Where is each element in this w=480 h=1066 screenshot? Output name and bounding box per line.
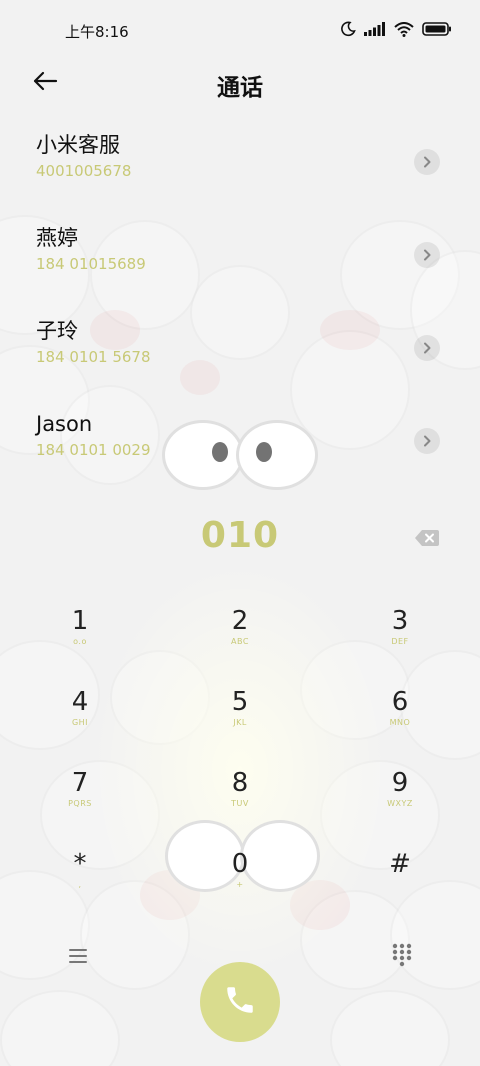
- chevron-right-icon[interactable]: [414, 335, 440, 361]
- key-1[interactable]: 1 o.o: [0, 605, 160, 686]
- key-digit: 6: [391, 687, 409, 717]
- header: 通话: [0, 62, 480, 104]
- key-3[interactable]: 3 DEF: [320, 605, 480, 686]
- key-letters: TUV: [231, 799, 249, 808]
- contact-name: 子玲: [36, 319, 78, 343]
- key-letters: DEF: [391, 637, 409, 646]
- key-digit: 3: [391, 606, 409, 636]
- battery-icon: [422, 22, 452, 40]
- contact-name: 小米客服: [36, 133, 120, 157]
- dialpad-toggle-button[interactable]: [390, 942, 414, 967]
- page-title: 通话: [217, 75, 263, 101]
- contact-row[interactable]: 燕婷 184 01015689: [0, 221, 480, 314]
- key-4[interactable]: 4 GHI: [0, 686, 160, 767]
- signal-icon: [364, 22, 386, 40]
- key-letters: PQRS: [68, 799, 92, 808]
- phone-icon: [223, 983, 257, 1021]
- status-bar: 上午8:16: [0, 0, 480, 62]
- backspace-icon: [414, 530, 440, 551]
- key-7[interactable]: 7 PQRS: [0, 767, 160, 848]
- wifi-icon: [394, 21, 414, 41]
- chevron-right-icon[interactable]: [414, 242, 440, 268]
- key-letters: ABC: [231, 637, 249, 646]
- keypad: 1 o.o 2 ABC 3 DEF 4 GHI 5 JKL 6 MNO 7 PQ…: [0, 605, 480, 929]
- menu-button[interactable]: [66, 944, 90, 968]
- key-digit: 4: [71, 687, 89, 717]
- key-digit: *: [73, 849, 87, 879]
- contact-name: 燕婷: [36, 226, 78, 250]
- contact-list: 小米客服 4001005678 燕婷 184 01015689 子玲 184 0…: [0, 128, 480, 500]
- key-hash[interactable]: #: [320, 848, 480, 929]
- dialed-number: 010: [200, 515, 280, 556]
- clock: 上午8:16: [65, 22, 129, 41]
- dialpad-icon: [390, 943, 414, 972]
- contact-row[interactable]: 子玲 184 0101 5678: [0, 314, 480, 407]
- key-digit: 0: [231, 849, 249, 879]
- key-6[interactable]: 6 MNO: [320, 686, 480, 767]
- key-digit: 9: [391, 768, 409, 798]
- key-2[interactable]: 2 ABC: [160, 605, 320, 686]
- contact-name: Jason: [36, 412, 93, 436]
- delete-button[interactable]: [414, 529, 440, 547]
- key-letters: MNO: [389, 718, 411, 727]
- chevron-right-icon[interactable]: [414, 428, 440, 454]
- contact-row[interactable]: 小米客服 4001005678: [0, 128, 480, 221]
- key-digit: 5: [231, 687, 249, 717]
- call-button[interactable]: [200, 962, 280, 1042]
- menu-icon: [66, 949, 90, 972]
- key-digit: 7: [71, 768, 89, 798]
- key-letters: +: [236, 880, 244, 889]
- key-9[interactable]: 9 WXYZ: [320, 767, 480, 848]
- key-digit: 2: [231, 606, 249, 636]
- key-5[interactable]: 5 JKL: [160, 686, 320, 767]
- key-letters: o.o: [73, 637, 87, 646]
- key-letters: ,: [78, 880, 82, 889]
- key-letters: WXYZ: [387, 799, 413, 808]
- key-8[interactable]: 8 TUV: [160, 767, 320, 848]
- key-letters: JKL: [233, 718, 247, 727]
- key-star[interactable]: * ,: [0, 848, 160, 929]
- key-digit: #: [389, 849, 411, 879]
- key-digit: 1: [71, 606, 89, 636]
- key-digit: 8: [231, 768, 249, 798]
- key-0[interactable]: 0 +: [160, 848, 320, 929]
- dialpad-panel: 010 1 o.o 2 ABC 3 DEF 4 GHI 5 JKL 6 MNO …: [0, 477, 480, 1066]
- moon-icon: [340, 21, 356, 41]
- key-letters: GHI: [71, 718, 89, 727]
- chevron-right-icon[interactable]: [414, 149, 440, 175]
